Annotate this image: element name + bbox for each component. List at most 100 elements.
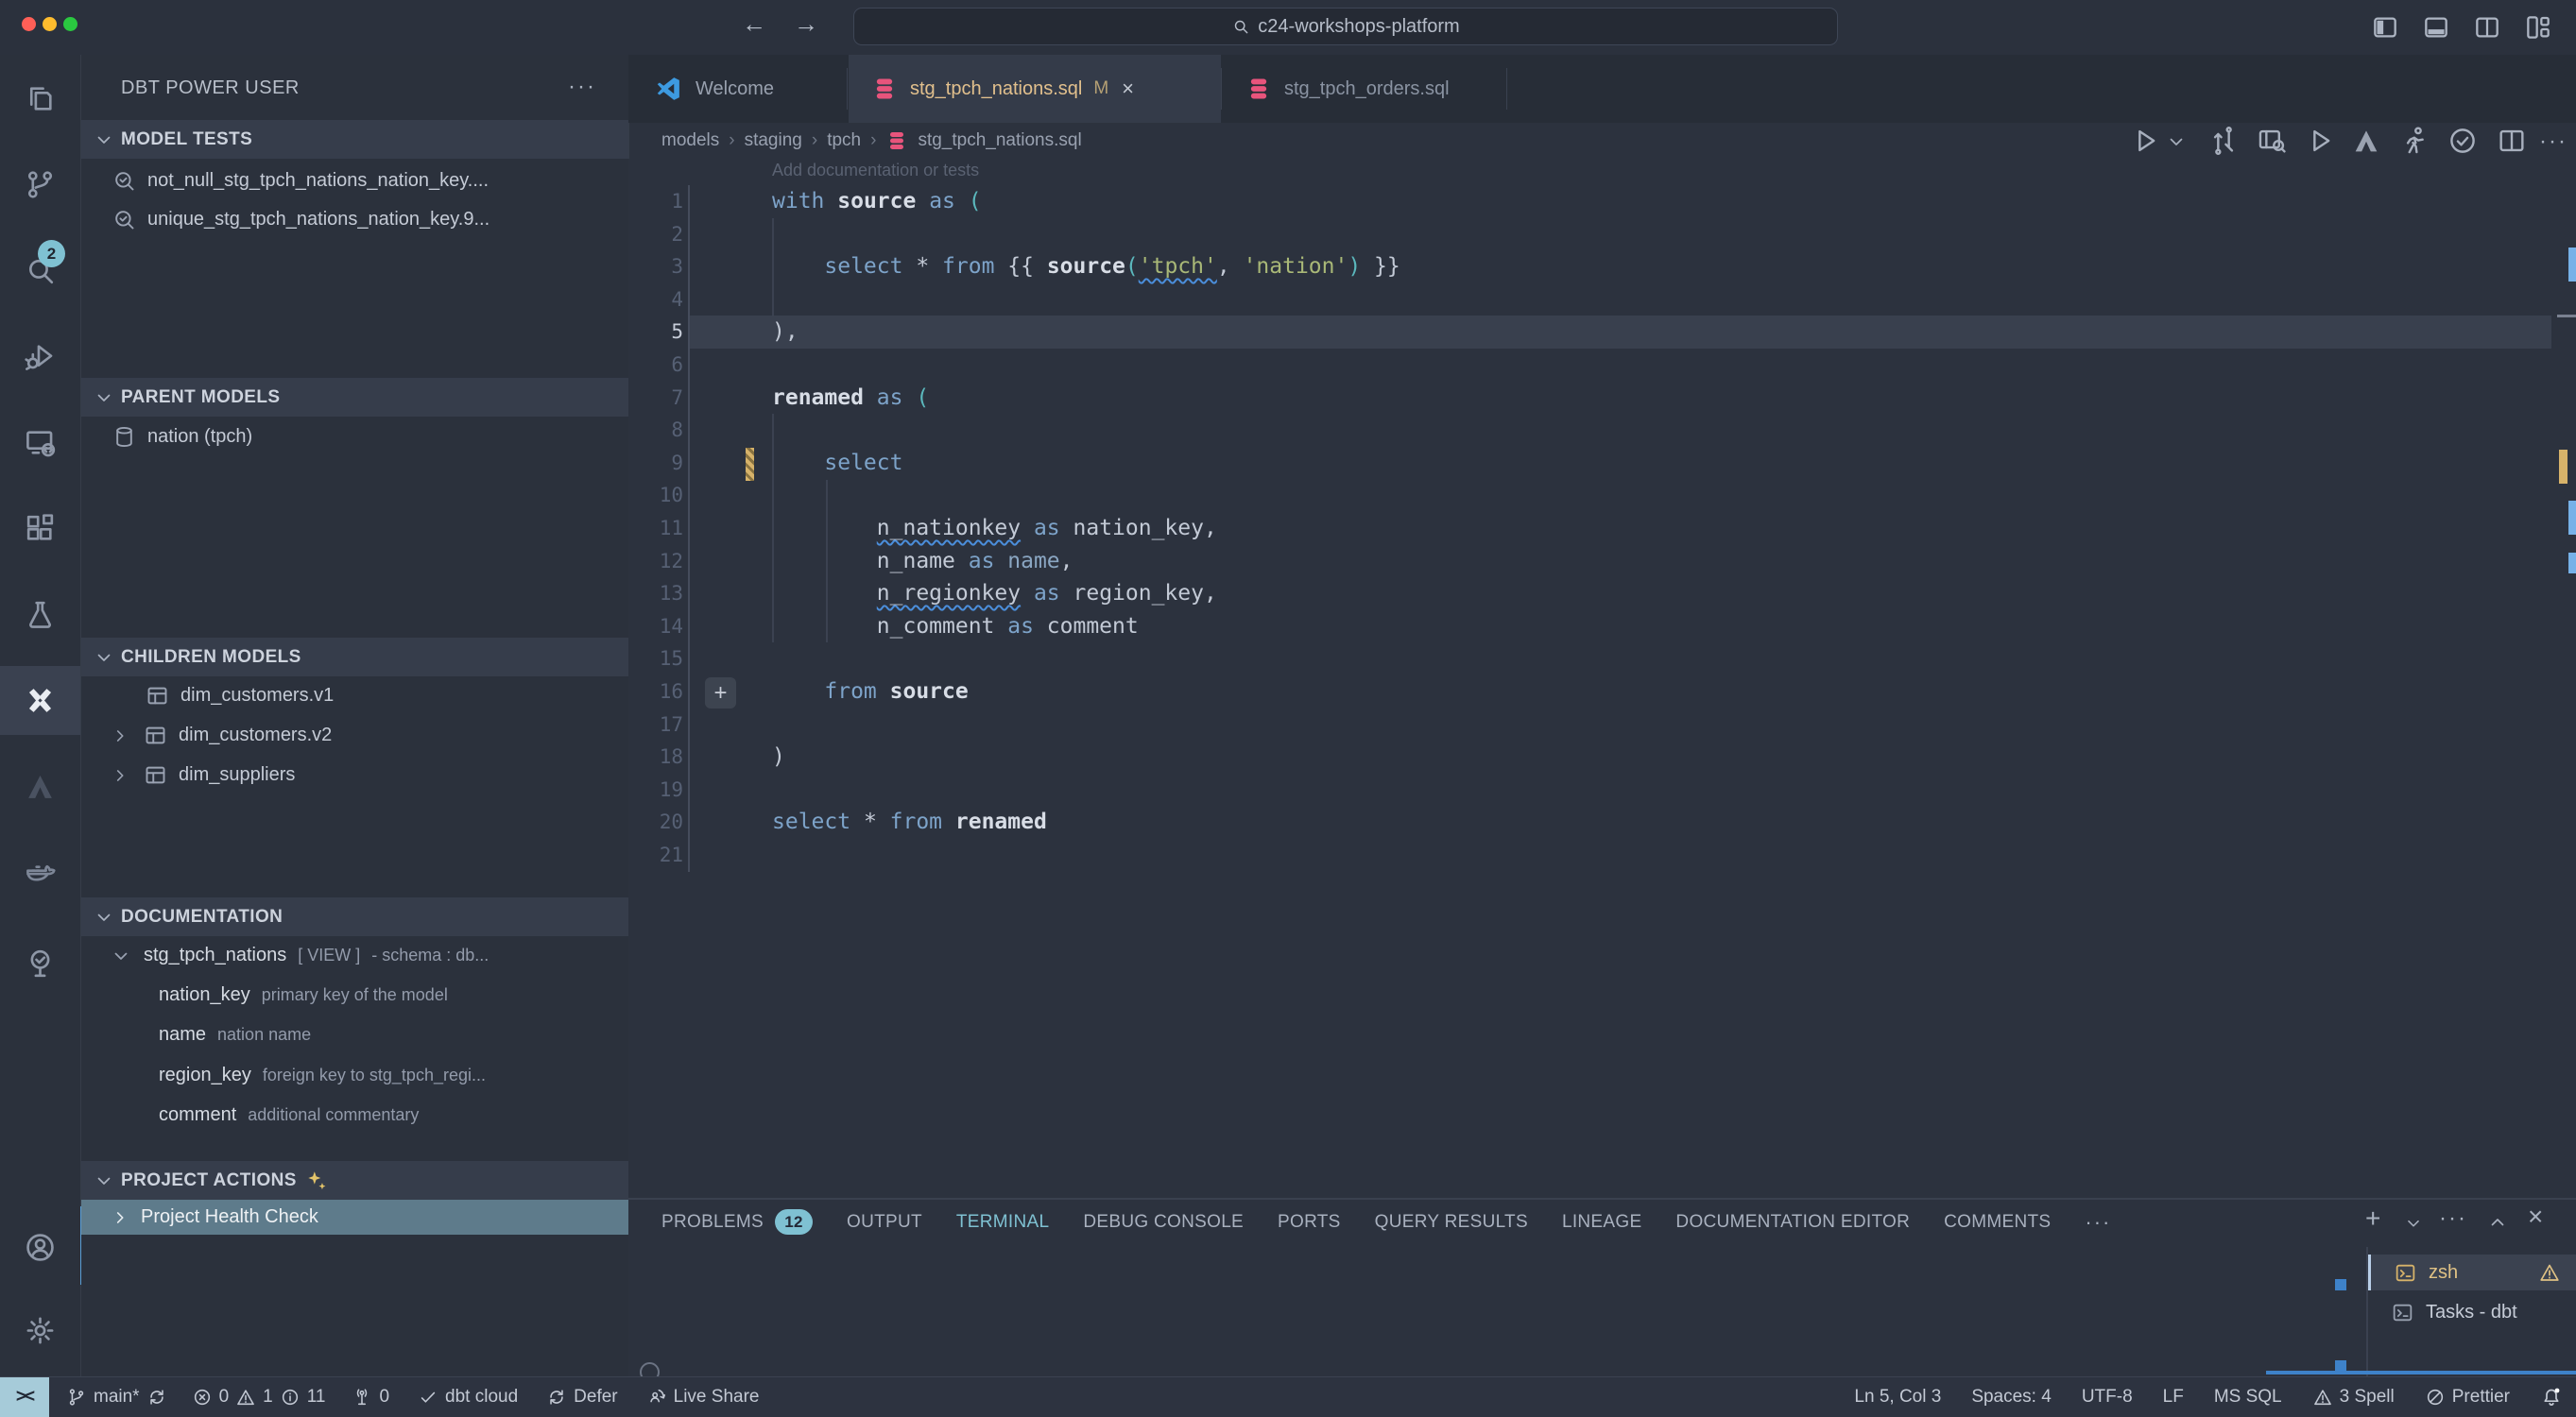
dbt-logo-icon[interactable] — [23, 769, 58, 804]
section-header-parent-models[interactable]: PARENT MODELS — [81, 378, 628, 417]
ports-status[interactable]: 0 — [352, 1387, 389, 1408]
minimize-window-button[interactable] — [43, 17, 57, 31]
toggle-panel-icon[interactable] — [2421, 12, 2451, 43]
tab-output[interactable]: OUTPUT — [847, 1212, 922, 1233]
code-editor[interactable]: Add documentation or tests 1with source … — [628, 159, 2576, 1198]
code-line[interactable]: 10 — [628, 479, 2576, 512]
breadcrumb-item[interactable]: tpch — [827, 130, 861, 151]
close-window-button[interactable] — [22, 17, 36, 31]
code-line[interactable]: 8 — [628, 414, 2576, 447]
tab-terminal[interactable]: TERMINAL — [956, 1212, 1049, 1233]
code-line[interactable]: 1with source as ( — [628, 185, 2576, 218]
tab-stg-tpch-nations[interactable]: stg_tpch_nations.sql M × — [849, 55, 1221, 123]
tab-debug-console[interactable]: DEBUG CONSOLE — [1083, 1212, 1244, 1233]
code-line[interactable]: 7renamed as ( — [628, 382, 2576, 415]
customize-layout-icon[interactable] — [2523, 12, 2553, 43]
model-test-item[interactable]: not_null_stg_tpch_nations_nation_key.... — [81, 162, 628, 200]
docker-icon[interactable] — [23, 855, 58, 890]
git-branch-status[interactable]: main* — [66, 1387, 167, 1408]
prettier-status[interactable]: Prettier — [2425, 1387, 2510, 1408]
breadcrumb-item[interactable]: models — [661, 130, 719, 151]
code-line[interactable]: 6 — [628, 349, 2576, 382]
close-panel-icon[interactable]: × — [2528, 1202, 2543, 1232]
child-model-item[interactable]: dim_suppliers — [81, 756, 628, 794]
breadcrumb-item[interactable]: staging — [745, 130, 802, 151]
tab-documentation-editor[interactable]: DOCUMENTATION EDITOR — [1675, 1212, 1910, 1233]
documentation-column-row[interactable]: comment additional commentary — [81, 1096, 628, 1135]
live-share-status[interactable]: Live Share — [646, 1387, 760, 1408]
section-header-documentation[interactable]: DOCUMENTATION — [81, 897, 628, 936]
sidebar-more-actions-icon[interactable]: ··· — [568, 74, 596, 100]
terminal-tab-zsh[interactable]: zsh — [2368, 1255, 2576, 1290]
code-line[interactable]: 17 — [628, 708, 2576, 742]
child-model-item[interactable]: dim_customers.v1 — [81, 676, 628, 715]
tab-query-results[interactable]: QUERY RESULTS — [1375, 1212, 1528, 1233]
parent-model-item[interactable]: nation (tpch) — [81, 418, 628, 456]
section-header-project-actions[interactable]: PROJECT ACTIONS — [81, 1161, 628, 1200]
code-line[interactable]: 3 select * from {{ source('tpch', 'natio… — [628, 250, 2576, 283]
command-center-search[interactable]: c24-workshops-platform — [853, 8, 1838, 45]
documentation-column-row[interactable]: nation_key primary key of the model — [81, 976, 628, 1015]
cursor-position-status[interactable]: Ln 5, Col 3 — [1854, 1387, 1941, 1408]
child-model-item[interactable]: dim_customers.v2 — [81, 716, 628, 755]
terminal-tab-tasks-dbt[interactable]: Tasks - dbt — [2368, 1294, 2576, 1330]
code-line[interactable]: 18) — [628, 741, 2576, 774]
close-tab-icon[interactable]: × — [1122, 77, 1134, 101]
explorer-icon[interactable] — [23, 81, 58, 116]
breadcrumb-item[interactable]: stg_tpch_nations.sql — [918, 130, 1081, 151]
encoding-status[interactable]: UTF-8 — [2082, 1387, 2133, 1408]
tab-ports[interactable]: PORTS — [1278, 1212, 1341, 1233]
remote-explorer-icon[interactable] — [23, 425, 58, 460]
history-back-button[interactable]: ← — [742, 9, 766, 39]
section-header-model-tests[interactable]: MODEL TESTS — [81, 120, 628, 159]
maximize-panel-icon[interactable] — [2486, 1211, 2509, 1234]
code-line[interactable]: 14 n_comment as comment — [628, 610, 2576, 643]
toggle-primary-sidebar-icon[interactable] — [2370, 12, 2400, 43]
problems-status[interactable]: 0 1 11 — [192, 1387, 326, 1408]
indentation-status[interactable]: Spaces: 4 — [1971, 1387, 2052, 1408]
section-header-children-models[interactable]: CHILDREN MODELS — [81, 638, 628, 676]
spell-checker-status[interactable]: 3 Spell — [2312, 1387, 2395, 1408]
code-line[interactable]: 15 — [628, 642, 2576, 675]
tab-lineage[interactable]: LINEAGE — [1562, 1212, 1641, 1233]
code-line[interactable]: 2 — [628, 218, 2576, 251]
documentation-column-row[interactable]: region_key foreign key to stg_tpch_regi.… — [81, 1056, 628, 1095]
panel-resize-indicator[interactable] — [2266, 1371, 2576, 1374]
notifications-bell[interactable] — [2540, 1386, 2563, 1408]
code-line[interactable]: 16 from source — [628, 675, 2576, 708]
extensions-icon[interactable] — [23, 511, 58, 546]
zoom-window-button[interactable] — [63, 17, 77, 31]
language-mode-status[interactable]: MS SQL — [2214, 1387, 2282, 1408]
code-line[interactable]: 4 — [628, 283, 2576, 316]
remote-indicator[interactable]: >< — [0, 1377, 49, 1417]
codelens-action[interactable]: Add documentation or tests — [772, 161, 979, 180]
new-terminal-icon[interactable]: + — [2365, 1204, 2380, 1234]
run-debug-icon[interactable] — [23, 339, 58, 374]
panel-tabs-more-icon[interactable]: ··· — [2085, 1210, 2111, 1235]
code-line-current[interactable]: 5), — [628, 316, 2576, 349]
tab-welcome[interactable]: Welcome — [628, 55, 847, 123]
code-line[interactable]: 12 n_name as name, — [628, 545, 2576, 578]
code-line[interactable]: 19 — [628, 774, 2576, 807]
accounts-icon[interactable] — [23, 1230, 58, 1265]
project-health-check-item[interactable]: Project Health Check — [81, 1200, 628, 1235]
eol-status[interactable]: LF — [2163, 1387, 2184, 1408]
tab-problems[interactable]: PROBLEMS12 — [661, 1209, 813, 1235]
todo-tree-icon[interactable] — [23, 947, 58, 982]
dbt-cloud-status[interactable]: dbt cloud — [418, 1387, 518, 1408]
model-test-item[interactable]: unique_stg_tpch_nations_nation_key.9... — [81, 200, 628, 239]
dbt-power-user-icon[interactable] — [23, 683, 58, 718]
gutter-add-button[interactable]: + — [705, 677, 736, 708]
history-forward-button[interactable]: → — [794, 9, 818, 39]
terminal-dropdown-chevron-icon[interactable] — [2403, 1213, 2424, 1234]
tab-comments[interactable]: COMMENTS — [1944, 1212, 2051, 1233]
scrollbar-position-marker[interactable] — [2557, 315, 2576, 317]
settings-gear-icon[interactable] — [23, 1313, 58, 1348]
code-line[interactable]: 20select * from renamed — [628, 806, 2576, 839]
code-line[interactable]: 11 n_nationkey as nation_key, — [628, 512, 2576, 545]
defer-status[interactable]: Defer — [546, 1387, 617, 1408]
test-explorer-icon[interactable] — [23, 597, 58, 632]
toggle-secondary-sidebar-icon[interactable] — [2472, 12, 2502, 43]
tab-stg-tpch-orders[interactable]: stg_tpch_orders.sql — [1223, 55, 1506, 123]
documentation-column-row[interactable]: name nation name — [81, 1016, 628, 1054]
